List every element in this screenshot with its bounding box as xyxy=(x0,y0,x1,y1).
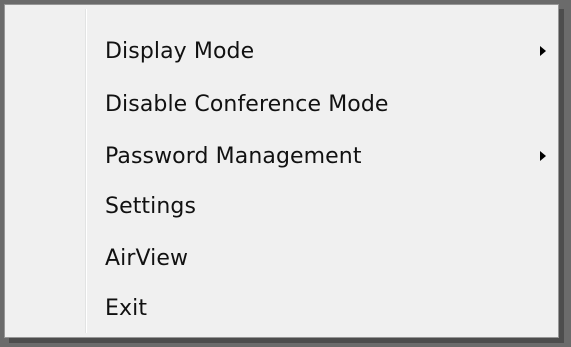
menu-item-disable-conference-mode[interactable]: Disable Conference Mode xyxy=(9,78,554,130)
menu-item-settings[interactable]: Settings xyxy=(9,180,554,232)
menu-item-display-mode[interactable]: Display Mode xyxy=(9,25,554,77)
menu-item-password-management[interactable]: Password Management xyxy=(9,130,554,182)
menu-item-label: Exit xyxy=(105,295,148,321)
submenu-arrow-icon xyxy=(540,46,546,56)
menu-item-airview[interactable]: AirView xyxy=(9,232,554,284)
menu-item-label: Password Management xyxy=(105,143,362,169)
menu-item-label: AirView xyxy=(105,245,189,271)
menu-item-exit[interactable]: Exit xyxy=(9,282,554,334)
menu-item-label: Settings xyxy=(105,193,197,219)
menu-item-label: Display Mode xyxy=(105,38,255,64)
context-menu: Display Mode Disable Conference Mode Pas… xyxy=(4,4,559,338)
submenu-arrow-icon xyxy=(540,151,546,161)
menu-item-label: Disable Conference Mode xyxy=(105,91,389,117)
